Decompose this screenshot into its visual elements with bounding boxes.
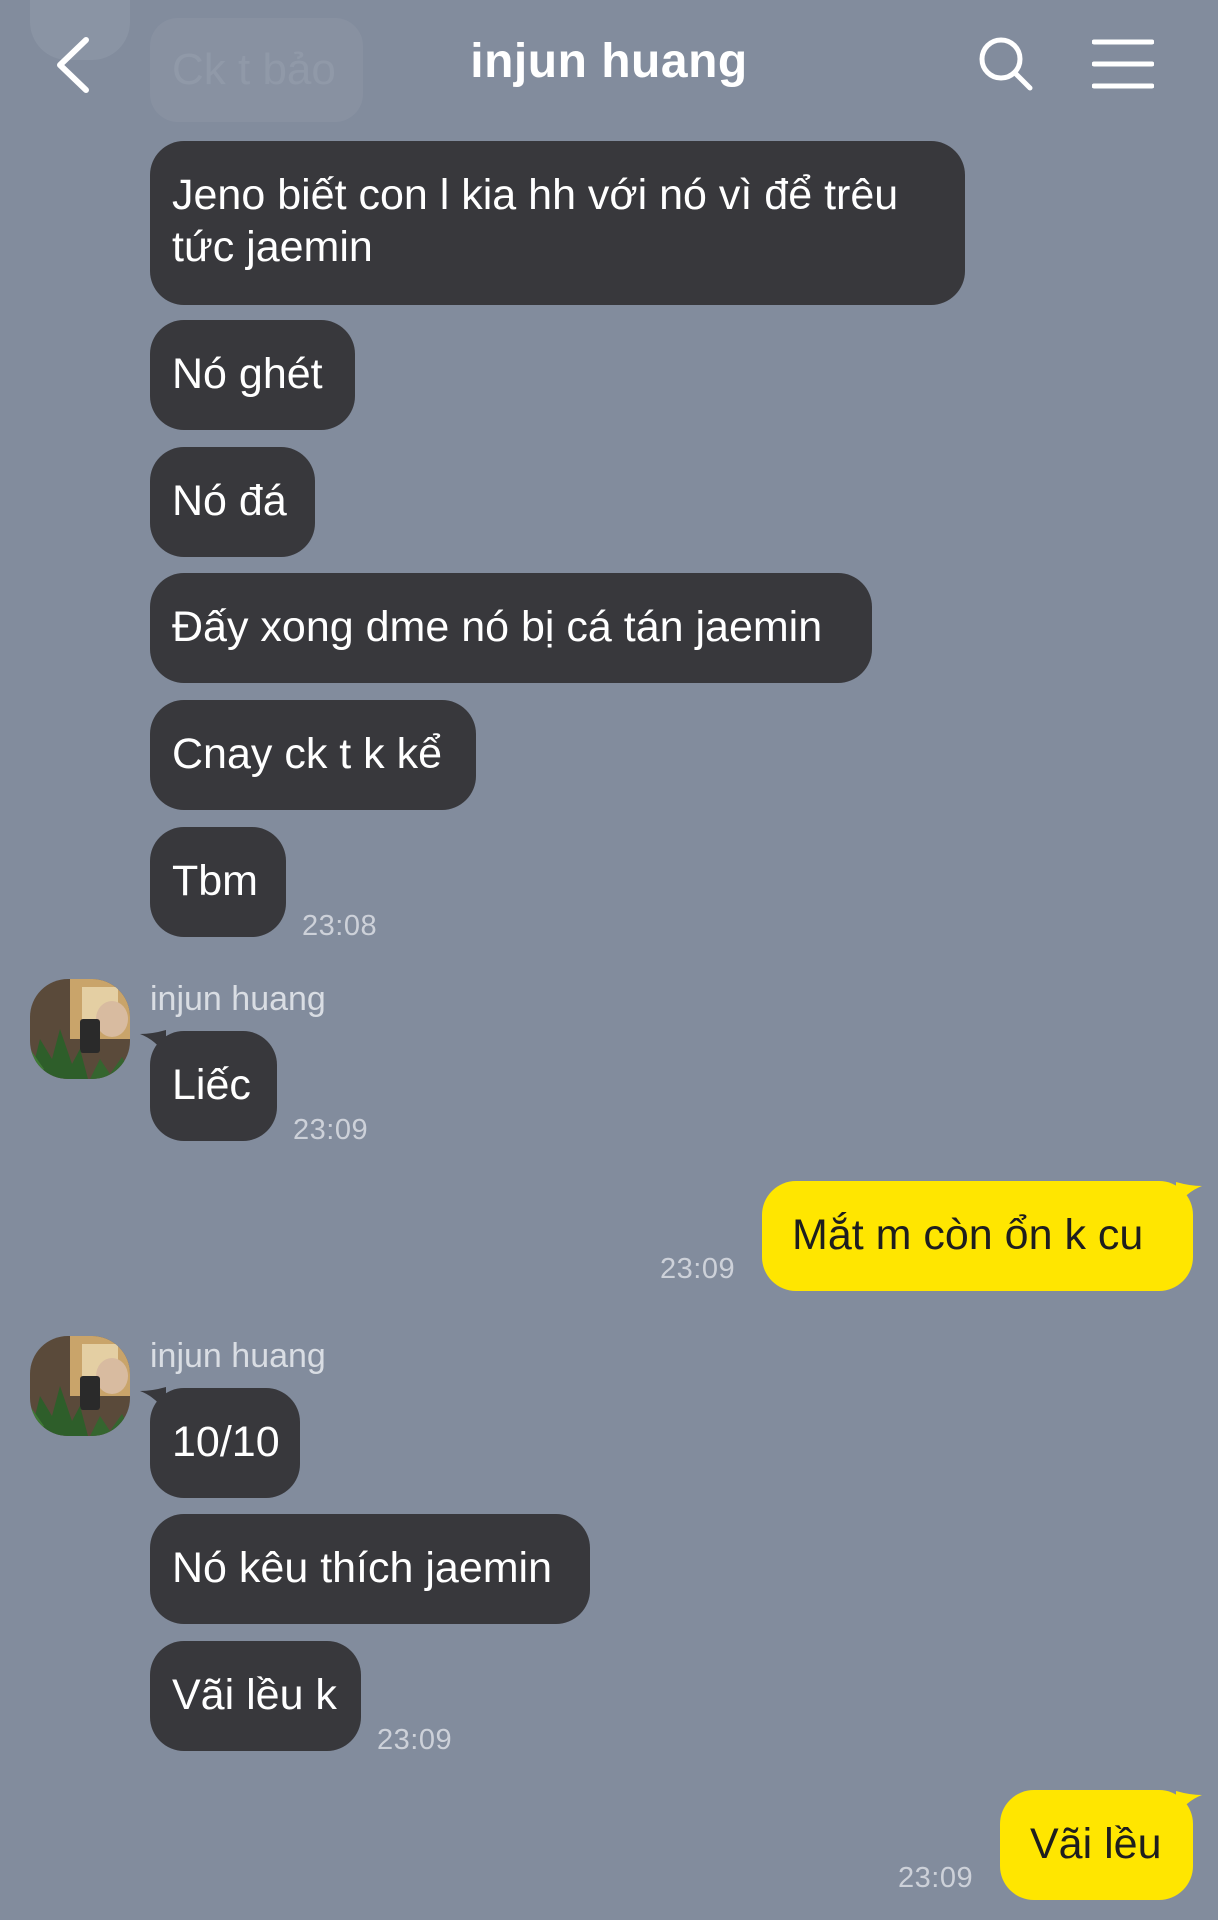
message-text: Tbm (172, 857, 258, 905)
search-icon (979, 37, 1033, 91)
message-text: Vãi lều (1030, 1820, 1162, 1868)
incoming-message-bubble[interactable]: Tbm (150, 827, 286, 937)
incoming-message-bubble[interactable]: Nó kêu thích jaemin (150, 1514, 590, 1624)
message-timestamp: 23:08 (302, 910, 378, 942)
incoming-message-bubble[interactable]: 10/10 (150, 1388, 300, 1498)
message-text: Nó kêu thích jaemin (172, 1544, 553, 1592)
outgoing-message-bubble[interactable]: Vãi lều (1000, 1790, 1193, 1900)
avatar-photo-icon (30, 979, 130, 1079)
message-text: Nó đá (172, 477, 287, 525)
message-timestamp: 23:09 (377, 1724, 453, 1756)
incoming-message-bubble[interactable]: Jeno biết con l kia hh với nó vì để trêu… (150, 141, 965, 305)
search-button[interactable] (976, 34, 1036, 94)
bubble-tail (1176, 1182, 1202, 1208)
message-text: Nó ghét (172, 350, 323, 398)
message-text-line: tức jaemin (172, 223, 373, 271)
incoming-message-bubble[interactable]: Vãi lều k (150, 1641, 361, 1751)
incoming-message-bubble[interactable]: Nó đá (150, 447, 315, 557)
sender-name: injun huang (150, 980, 326, 1018)
avatar[interactable] (30, 1336, 130, 1436)
message-text: Vãi lều k (172, 1671, 337, 1719)
outgoing-message-bubble[interactable]: Mắt m còn ổn k cu (762, 1181, 1193, 1291)
message-text: Liếc (172, 1061, 251, 1109)
message-timestamp: 23:09 (660, 1253, 736, 1285)
message-timestamp: 23:09 (898, 1862, 974, 1894)
message-text-line: Jeno biết con l kia hh với nó vì để trêu (172, 171, 899, 219)
bubble-tail (1176, 1791, 1202, 1817)
message-text: Cnay ck t k kể (172, 730, 443, 778)
avatar[interactable] (30, 979, 130, 1079)
incoming-message-bubble[interactable]: Đấy xong dme nó bị cá tán jaemin (150, 573, 872, 683)
hamburger-menu-icon (1091, 39, 1155, 89)
chat-header: injun huang (0, 0, 1218, 130)
sender-name: injun huang (150, 1337, 326, 1375)
message-text: 10/10 (172, 1418, 280, 1466)
menu-button[interactable] (1091, 36, 1155, 92)
message-text: Mắt m còn ổn k cu (792, 1211, 1144, 1259)
incoming-message-bubble[interactable]: Cnay ck t k kể (150, 700, 476, 810)
avatar-photo-icon (30, 1336, 130, 1436)
incoming-message-bubble[interactable]: Liếc (150, 1031, 277, 1141)
message-text: Đấy xong dme nó bị cá tán jaemin (172, 603, 823, 651)
message-timestamp: 23:09 (293, 1114, 369, 1146)
incoming-message-bubble[interactable]: Nó ghét (150, 320, 355, 430)
